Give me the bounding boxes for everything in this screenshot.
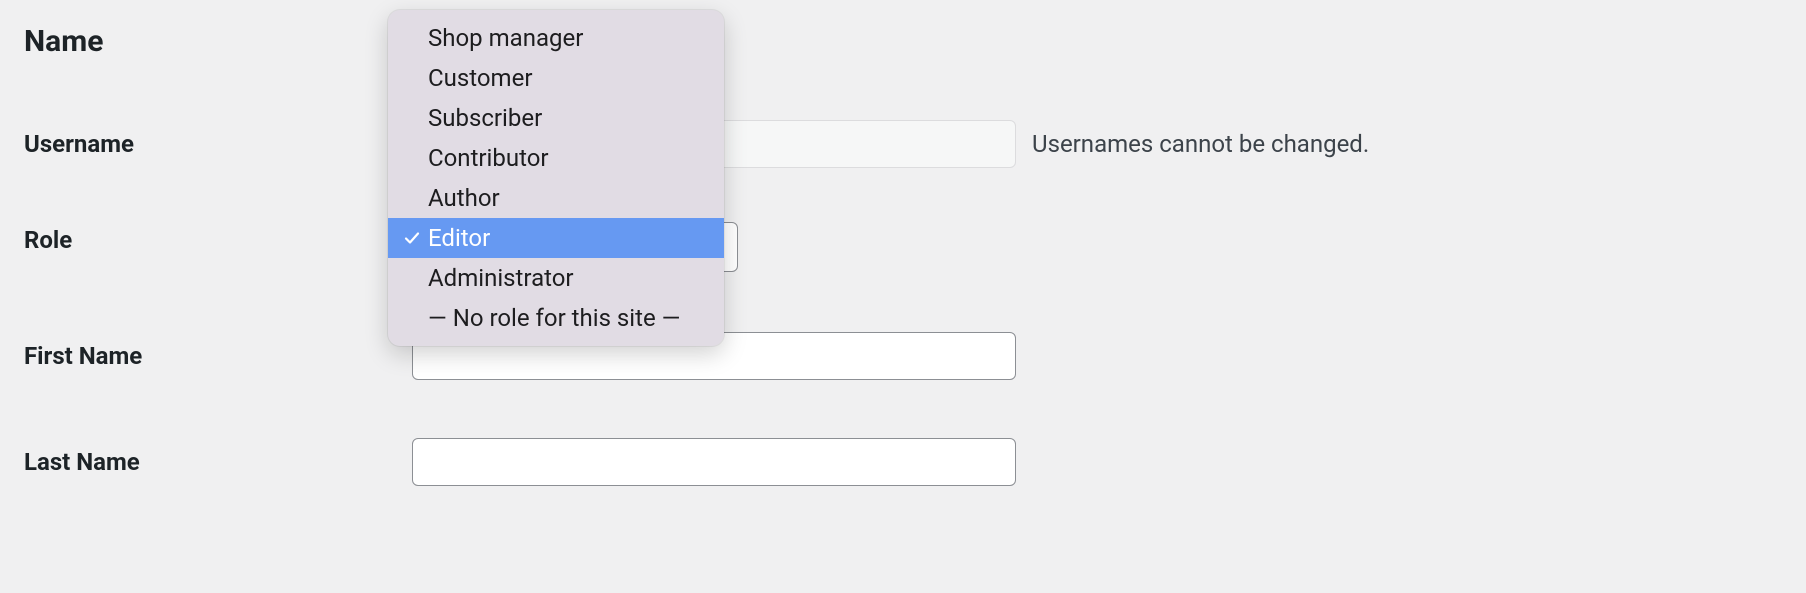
role-option[interactable]: Administrator bbox=[388, 258, 724, 298]
label-username: Username bbox=[24, 130, 412, 158]
role-option[interactable]: Customer bbox=[388, 58, 724, 98]
role-option-label: Customer bbox=[424, 64, 532, 92]
role-option-label: Editor bbox=[424, 224, 490, 252]
role-option-label: Contributor bbox=[424, 144, 549, 172]
role-option[interactable]: Shop manager bbox=[388, 18, 724, 58]
role-option[interactable]: Author bbox=[388, 178, 724, 218]
label-first-name: First Name bbox=[24, 342, 412, 370]
role-option[interactable]: Contributor bbox=[388, 138, 724, 178]
role-dropdown-panel: Shop manager Customer Subscriber Contributo… bbox=[388, 10, 724, 346]
username-hint: Usernames cannot be changed. bbox=[1032, 130, 1369, 158]
section-heading-name: Name bbox=[24, 24, 103, 59]
label-last-name: Last Name bbox=[24, 448, 412, 476]
row-role: Role bbox=[24, 226, 412, 254]
role-option[interactable]: Editor bbox=[388, 218, 724, 258]
role-option-label: Author bbox=[424, 184, 500, 212]
role-option-label: Subscriber bbox=[424, 104, 542, 132]
role-option[interactable]: — No role for this site — bbox=[388, 298, 724, 338]
last-name-input[interactable] bbox=[412, 438, 1016, 486]
check-icon bbox=[400, 230, 424, 246]
row-last-name: Last Name bbox=[24, 438, 1016, 486]
role-option-label: Shop manager bbox=[424, 24, 583, 52]
role-option-label: Administrator bbox=[424, 264, 574, 292]
role-option-label: — No role for this site — bbox=[424, 304, 680, 332]
label-role: Role bbox=[24, 226, 412, 254]
role-option[interactable]: Subscriber bbox=[388, 98, 724, 138]
